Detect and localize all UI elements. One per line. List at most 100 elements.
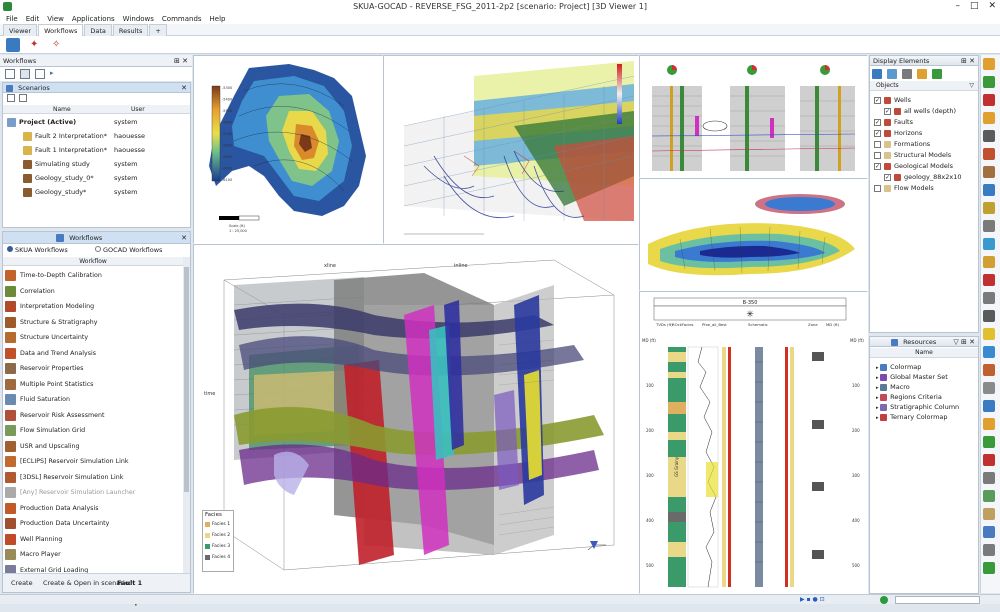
workflow-item[interactable]: Production Data Uncertainty <box>5 516 109 531</box>
tab-workflows[interactable]: Workflows <box>38 24 84 36</box>
create-button[interactable]: Create <box>11 574 33 593</box>
menu-commands[interactable]: Commands <box>158 15 206 23</box>
map-view[interactable]: -5300 -5400 -5500 -5600 -5700 -5800 -5900 -6000… <box>193 55 383 244</box>
tool-icon[interactable] <box>983 508 995 520</box>
scenario-row[interactable]: Geology_study* <box>23 186 86 198</box>
tool-icon[interactable] <box>983 346 995 358</box>
tool-icon[interactable] <box>983 202 995 214</box>
tab-results[interactable]: Results <box>112 24 149 36</box>
workflow-item[interactable]: Data and Trend Analysis <box>5 346 96 361</box>
tool-icon[interactable] <box>983 562 995 574</box>
cube-icon[interactable] <box>887 69 897 79</box>
tool-icon[interactable] <box>983 364 995 376</box>
tab-data[interactable]: Data <box>84 24 112 36</box>
tool-icon[interactable] <box>983 436 995 448</box>
grid-3d-view[interactable] <box>383 55 639 244</box>
tool-icon[interactable] <box>983 544 995 556</box>
tool-icon[interactable] <box>983 328 995 340</box>
workflow-item[interactable]: Well Planning <box>5 532 62 547</box>
tab-add[interactable]: + <box>149 24 167 36</box>
menu-windows[interactable]: Windows <box>119 15 158 23</box>
close-icon[interactable]: ✕ <box>181 83 187 93</box>
workflow-item[interactable]: Flow Simulation Grid <box>5 423 85 438</box>
layers-icon[interactable] <box>932 69 942 79</box>
visibility-checkbox[interactable] <box>874 151 881 159</box>
workflow-item[interactable]: [3DSL] Reservoir Simulation Link <box>5 470 123 485</box>
workflow-item[interactable]: [Any] Reservoir Simulation Launcher <box>5 485 135 500</box>
well-log-view[interactable]: B-350 ✳ TVDs (ft) ROckFacies Pfxe_all_Be… <box>639 291 868 594</box>
scenario-row[interactable]: Fault 1 Interpretation* <box>23 144 107 156</box>
grid-view-icon[interactable] <box>20 69 30 79</box>
scenario-row[interactable]: Project (Active) <box>7 116 76 128</box>
visibility-checkbox[interactable]: ✓ <box>884 107 891 115</box>
tool-icon[interactable] <box>983 292 995 304</box>
display-element-item[interactable]: Flow Models <box>874 182 934 194</box>
close-button[interactable]: ✕ <box>988 0 996 13</box>
magic-icon[interactable]: ✧ <box>52 38 70 52</box>
workflow-item[interactable]: Structure & Stratigraphy <box>5 315 98 330</box>
list-view-icon[interactable] <box>5 69 15 79</box>
target-scenario[interactable]: Fault 1 Interpretation <box>117 574 190 612</box>
workflow-item[interactable]: Reservoir Properties <box>5 361 83 376</box>
visibility-checkbox[interactable]: ✓ <box>874 96 881 104</box>
gocad-workflows-radio[interactable]: GOCAD Workflows <box>95 245 162 255</box>
pin-icon[interactable]: ▽ ⊞ ✕ <box>953 337 975 347</box>
tool-icon[interactable] <box>983 256 995 268</box>
workflow-item[interactable]: Interpretation Modeling <box>5 299 94 314</box>
close-icon[interactable]: ✕ <box>181 232 187 244</box>
workflow-item[interactable]: Reservoir Risk Assessment <box>5 408 104 423</box>
menu-edit[interactable]: Edit <box>22 15 44 23</box>
workflows-scrollbar[interactable] <box>183 257 190 581</box>
workflow-item[interactable]: Structure Uncertainty <box>5 330 88 345</box>
workflow-item[interactable]: USR and Upscaling <box>5 439 80 454</box>
workflow-item[interactable]: Correlation <box>5 284 55 299</box>
tool-icon[interactable] <box>983 472 995 484</box>
workflow-item[interactable]: Multiple Point Statistics <box>5 377 93 392</box>
visibility-checkbox[interactable]: ✓ <box>874 162 881 170</box>
filter-icon[interactable]: ▽ <box>969 81 974 91</box>
tool-icon[interactable] <box>983 76 995 88</box>
visibility-checkbox[interactable]: ✓ <box>874 118 881 126</box>
workflow-item[interactable]: Production Data Analysis <box>5 501 98 516</box>
maximize-button[interactable]: □ <box>970 0 979 13</box>
tool-icon[interactable] <box>983 382 995 394</box>
scenario-row[interactable]: Fault 2 Interpretation* <box>23 130 107 142</box>
pin-icon[interactable]: ⊞ ✕ <box>961 56 975 66</box>
palette-icon[interactable] <box>917 69 927 79</box>
resource-item[interactable]: ▸ Ternary Colormap <box>876 411 948 423</box>
tool-icon[interactable] <box>983 418 995 430</box>
tool-icon[interactable] <box>983 400 995 412</box>
menu-view[interactable]: View <box>43 15 68 23</box>
visibility-checkbox[interactable] <box>874 184 881 192</box>
skua-workflows-radio[interactable]: SKUA Workflows <box>7 245 68 255</box>
well-correlation-view[interactable] <box>639 55 868 178</box>
tool-icon[interactable] <box>983 490 995 502</box>
camera-icon[interactable] <box>902 69 912 79</box>
objects-icon[interactable] <box>872 69 882 79</box>
scrollbar-thumb[interactable] <box>184 267 189 492</box>
copy-scenario-icon[interactable] <box>19 94 27 102</box>
tool-icon[interactable] <box>983 112 995 124</box>
tool-icon[interactable] <box>983 526 995 538</box>
playback-controls[interactable]: ▶ ▪ ● ⊡ <box>800 596 840 604</box>
tool-icon[interactable] <box>983 220 995 232</box>
scenario-row[interactable]: Geology_study_0* <box>23 172 94 184</box>
minimize-button[interactable]: – <box>955 0 960 13</box>
tool-icon[interactable] <box>983 94 995 106</box>
detail-view-icon[interactable] <box>35 69 45 79</box>
wand-icon[interactable]: ✦ <box>30 38 48 52</box>
viewer-3d[interactable]: time xline inline Facies Facies 1 Facies … <box>193 244 639 594</box>
tab-viewer[interactable]: Viewer <box>3 24 38 36</box>
tool-icon[interactable] <box>983 130 995 142</box>
new-scenario-icon[interactable] <box>7 94 15 102</box>
tool-icon[interactable] <box>983 184 995 196</box>
workflow-icon[interactable] <box>6 38 20 52</box>
tool-icon[interactable] <box>983 148 995 160</box>
scenario-row[interactable]: Simulating study <box>23 158 90 170</box>
pin-icon[interactable]: ⊞ ✕ <box>174 55 188 67</box>
tool-icon[interactable] <box>983 58 995 70</box>
visibility-checkbox[interactable]: ✓ <box>884 173 891 181</box>
visibility-checkbox[interactable]: ✓ <box>874 129 881 137</box>
tool-icon[interactable] <box>983 454 995 466</box>
workflow-item[interactable]: Time-to-Depth Calibration <box>5 268 102 283</box>
